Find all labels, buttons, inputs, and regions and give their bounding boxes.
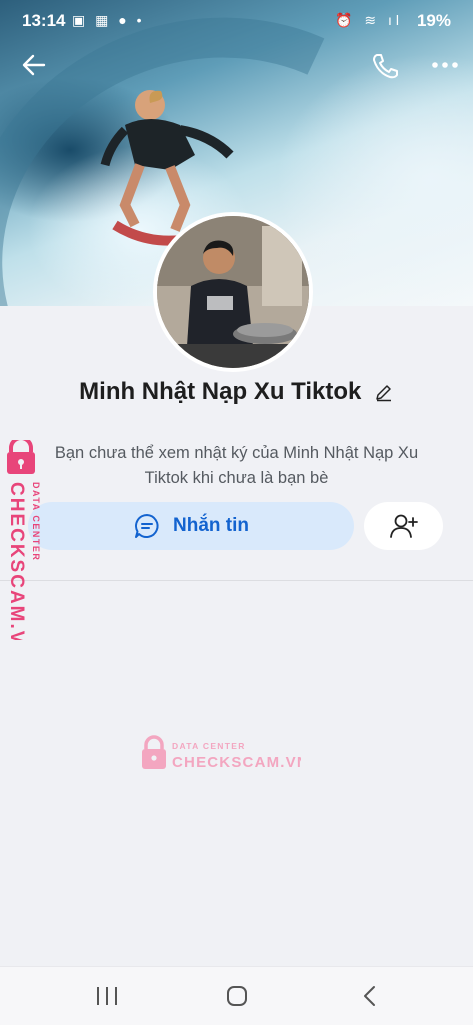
- checkscam-side-watermark: CHECKSCAM.VN DATA CENTER: [6, 440, 41, 640]
- add-user-icon: [389, 514, 418, 538]
- call-button[interactable]: [368, 50, 402, 80]
- svg-text:DATA CENTER: DATA CENTER: [31, 482, 41, 561]
- status-bar: 13:14 ▣ ▦ ● • ⏰ ≋ ıl 19%: [0, 0, 473, 40]
- add-friend-button[interactable]: [364, 502, 443, 550]
- avatar-photo: [157, 216, 309, 368]
- system-nav-bar: [0, 966, 473, 1025]
- back-button[interactable]: [18, 50, 52, 80]
- status-time: 13:14: [22, 11, 66, 30]
- pencil-icon[interactable]: [374, 382, 394, 402]
- message-button-label: Nhắn tin: [173, 515, 249, 536]
- system-icons: ⏰ ≋ ıl: [335, 12, 403, 28]
- more-dots-icon: [432, 62, 458, 68]
- battery-level: 19%: [416, 11, 451, 30]
- recent-apps-icon[interactable]: [92, 985, 122, 1007]
- name-row: Minh Nhật Nạp Xu Tiktok: [0, 378, 473, 406]
- svg-text:CHECKSCAM.VN: CHECKSCAM.VN: [172, 754, 301, 771]
- privacy-notice: Bạn chưa thể xem nhật ký của Minh Nhật N…: [54, 444, 419, 487]
- profile-avatar[interactable]: [153, 212, 313, 372]
- chat-bubble-icon: [135, 514, 159, 538]
- section-divider: [0, 580, 473, 581]
- profile-name: Minh Nhật Nạp Xu Tiktok: [79, 378, 362, 405]
- svg-text:CHECKSCAM.VN: CHECKSCAM.VN: [6, 482, 27, 640]
- checkscam-center-watermark: DATA CENTER CHECKSCAM.VN: [142, 735, 301, 771]
- message-button[interactable]: Nhắn tin: [28, 502, 354, 550]
- phone-icon: [373, 54, 398, 79]
- notification-icons: ▣ ▦ ● •: [72, 12, 145, 28]
- arrow-left-icon: [22, 54, 46, 76]
- home-icon[interactable]: [222, 985, 252, 1007]
- system-back-icon[interactable]: [356, 985, 386, 1007]
- more-button[interactable]: [428, 50, 462, 80]
- svg-text:DATA CENTER: DATA CENTER: [172, 741, 246, 751]
